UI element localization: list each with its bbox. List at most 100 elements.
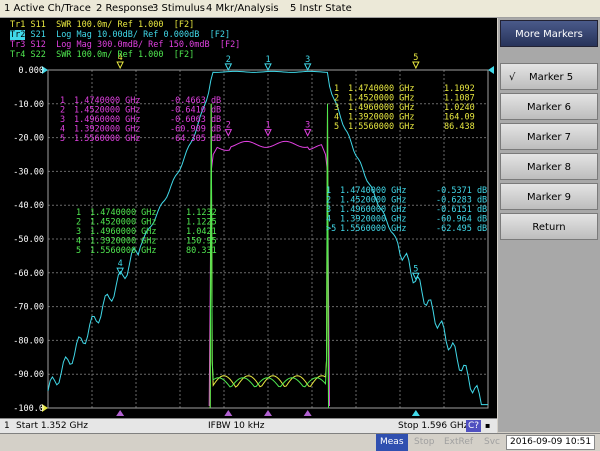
- ifbw-setting[interactable]: IFBW 10 kHz: [208, 419, 264, 433]
- menu-bar: 1 Active Ch/Trace 2 Response 3 Stimulus …: [0, 0, 600, 18]
- marker-table-number: 1: [326, 186, 331, 196]
- trace-label: Tr4: [10, 50, 26, 60]
- marker-number: 2: [226, 55, 231, 65]
- marker-table-value: 150.95: [186, 237, 217, 247]
- trace-label: Tr3: [10, 40, 26, 50]
- marker-table-frequency: 1.4740000 GHz: [340, 186, 407, 196]
- instrument-status-bar: Meas Stop ExtRef Svc 2016-09-09 10:51: [0, 433, 600, 451]
- marker-table-frequency: 1.4520000 GHz: [74, 106, 141, 116]
- reference-right-icon: [488, 66, 494, 74]
- y-axis-label: -40.00: [13, 201, 44, 211]
- marker-table-value: -64.305 dB: [170, 134, 221, 144]
- marker-table-number: 5: [76, 246, 81, 256]
- y-axis-label: -10.00: [13, 100, 44, 110]
- date-time: 2016-09-09 10:51: [506, 435, 596, 450]
- channel-status-bar: 1 Start 1.352 GHz IFBW 10 kHz Stop 1.596…: [0, 418, 497, 433]
- marker-table-value: -60.909 dB: [170, 125, 221, 135]
- marker-table-number: 5: [60, 134, 65, 144]
- softkey-marker-9[interactable]: Marker 9: [500, 183, 598, 210]
- marker-table-number: 4: [334, 113, 339, 123]
- softkey-marker-5[interactable]: √ Marker 5: [500, 63, 598, 90]
- marker-number: 4: [118, 259, 123, 269]
- softkey-marker-6[interactable]: Marker 6: [500, 93, 598, 120]
- trace-info: S12 Log Mag 300.0mdB/ Ref 150.0mdB [F2]: [30, 40, 241, 50]
- svc-indicator: Svc: [484, 437, 500, 447]
- marker-table-number: >5: [326, 224, 336, 234]
- marker-table-value: -0.5371 dB: [436, 186, 487, 196]
- marker-table-frequency: 1.4960000 GHz: [90, 227, 157, 237]
- trace-info: S22 SWR 100.0m/ Ref 1.000 [F2]: [30, 50, 195, 60]
- trace-info: S21 Log Mag 10.00dB/ Ref 0.000dB [F2]: [30, 30, 231, 40]
- menu-mkr-analysis[interactable]: 4 Mkr/Analysis: [206, 0, 279, 17]
- marker-table-value: 164.09: [444, 113, 475, 123]
- marker-table-frequency: 1.4960000 GHz: [340, 205, 407, 215]
- check-icon: √: [509, 72, 516, 83]
- marker-position-icon: [264, 410, 272, 416]
- menu-active-ch-trace[interactable]: 1 Active Ch/Trace: [4, 0, 91, 17]
- softkey-marker-8[interactable]: Marker 8: [500, 153, 598, 180]
- marker-table-number: 3: [334, 103, 339, 113]
- marker-table-value: 1.1232: [186, 208, 217, 218]
- y-axis-label: -70.00: [13, 303, 44, 313]
- stop-frequency[interactable]: Stop 1.596 GHz: [398, 419, 468, 433]
- trace-header-tr3[interactable]: Tr3 S12 Log Mag 300.0mdB/ Ref 150.0mdB […: [10, 40, 240, 50]
- menu-stimulus[interactable]: 3 Stimulus: [152, 0, 205, 17]
- marker-table-frequency: 1.5560000 GHz: [90, 246, 157, 256]
- trace-header-tr4[interactable]: Tr4 S22 SWR 100.0m/ Ref 1.000 [F2]: [10, 50, 194, 60]
- y-axis-label: -90.00: [13, 370, 44, 380]
- marker-table-frequency: 1.4740000 GHz: [348, 84, 415, 94]
- marker-table-value: -0.6410 dB: [170, 106, 221, 116]
- softkey-return[interactable]: Return: [500, 213, 598, 240]
- marker-number: 3: [305, 55, 310, 65]
- trace-plot: 0.000 -10.00 -20.00 -30.00 -40.00 -50.00 -60.0…: [13, 53, 494, 416]
- softkey-marker-7[interactable]: Marker 7: [500, 123, 598, 150]
- trace-label: Tr1: [10, 20, 26, 30]
- marker-table-number: 1: [60, 96, 65, 106]
- marker-table-number: 2: [334, 94, 339, 104]
- marker-number: 1: [265, 121, 270, 131]
- marker-table-frequency: 1.3920000 GHz: [74, 125, 141, 135]
- marker-table-value: -0.6063 dB: [170, 115, 221, 125]
- marker-table-frequency: 1.3920000 GHz: [90, 237, 157, 247]
- marker-table-frequency: 1.4960000 GHz: [348, 103, 415, 113]
- y-axis-label: -50.00: [13, 235, 44, 245]
- marker-table-frequency: 1.5560000 GHz: [74, 134, 141, 144]
- marker-table-number: 3: [60, 115, 65, 125]
- y-axis-label: -20.00: [13, 134, 44, 144]
- menu-response[interactable]: 2 Response: [96, 0, 154, 17]
- marker-number: 3: [305, 121, 310, 131]
- y-axis-label: 0.000: [18, 66, 44, 76]
- menu-instr-state[interactable]: 5 Instr State: [290, 0, 352, 17]
- marker-table-number: 4: [76, 237, 81, 247]
- marker-table-frequency: 1.4520000 GHz: [348, 94, 415, 104]
- trace-header-tr2[interactable]: Tr2 S21 Log Mag 10.00dB/ Ref 0.000dB [F2…: [10, 30, 230, 40]
- marker-table-value: 1.0421: [186, 227, 217, 237]
- marker-table-value: 1.1087: [444, 94, 475, 104]
- marker-table-value: 1.1225: [186, 218, 217, 228]
- marker-table-value: 1.1092: [444, 84, 475, 94]
- y-axis-label: -60.00: [13, 269, 44, 279]
- y-axis-label: -30.00: [13, 167, 44, 177]
- marker-position-icon: [224, 410, 233, 416]
- trace-header-tr1[interactable]: Tr1 S11 SWR 100.0m/ Ref 1.000 [F2]: [10, 20, 194, 30]
- marker-table-frequency: 1.5560000 GHz: [348, 122, 415, 132]
- softkey-title-more-markers: More Markers: [500, 20, 598, 47]
- marker-table-number: 5: [334, 122, 339, 132]
- start-frequency[interactable]: Start 1.352 GHz: [16, 419, 88, 433]
- measurement-display[interactable]: 0.000 -10.00 -20.00 -30.00 -40.00 -50.00 -60.0…: [0, 18, 497, 418]
- marker-table-number: 2: [60, 106, 65, 116]
- trace-info: S11 SWR 100.0m/ Ref 1.000 [F2]: [30, 20, 195, 30]
- marker-table-frequency: 1.3920000 GHz: [348, 113, 415, 123]
- marker-table-value: -0.6151 dB: [436, 205, 487, 215]
- meas-indicator: Meas: [376, 434, 408, 451]
- marker-table-number: 4: [60, 125, 65, 135]
- marker-position-icon: [411, 410, 420, 416]
- marker-table-number: 4: [326, 215, 331, 225]
- marker-table-frequency: 1.4520000 GHz: [340, 196, 407, 206]
- marker-number: 2: [226, 121, 231, 131]
- resize-icon[interactable]: ▪: [485, 419, 490, 433]
- marker-number: 5: [413, 264, 418, 274]
- marker-table-frequency: 1.3920000 GHz: [340, 215, 407, 225]
- marker-position-icon: [303, 410, 312, 416]
- marker-table-value: -0.6283 dB: [436, 196, 487, 206]
